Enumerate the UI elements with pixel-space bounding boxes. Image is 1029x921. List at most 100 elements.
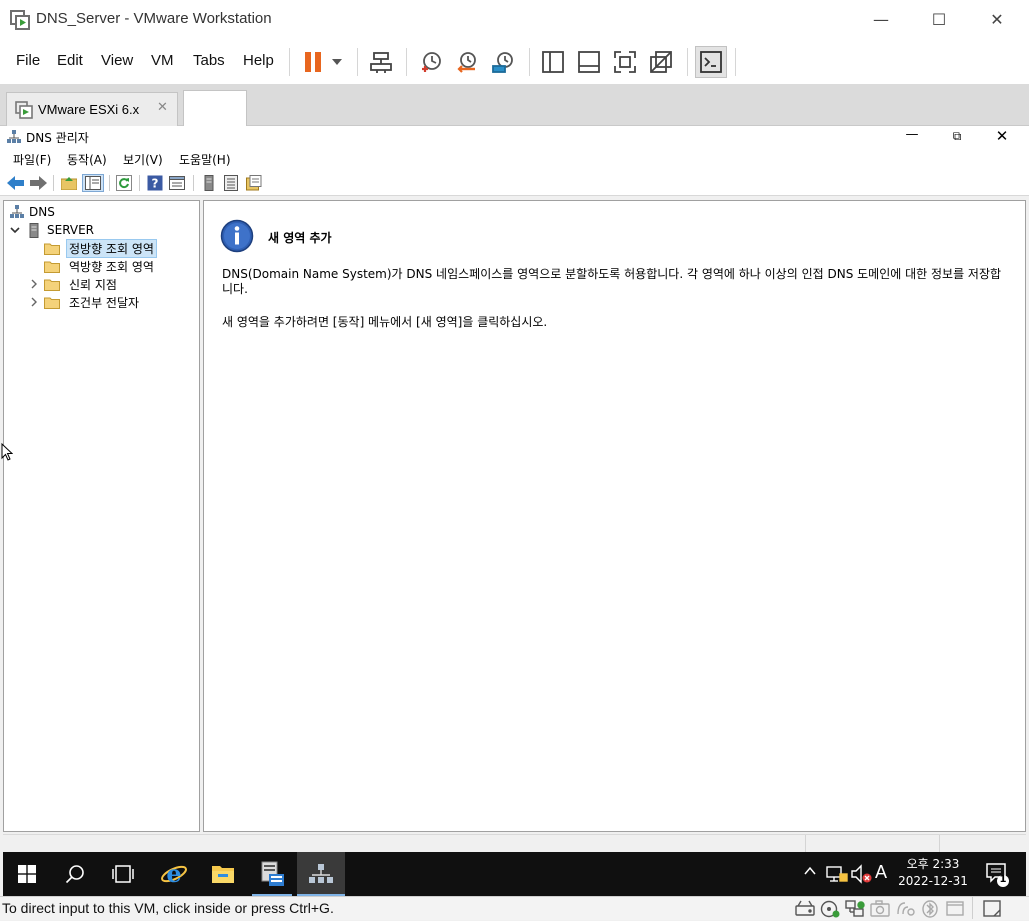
hard-disk-icon[interactable]: [795, 900, 815, 921]
network-adapter-icon[interactable]: [845, 900, 865, 921]
send-ctrl-alt-del-icon[interactable]: [366, 48, 396, 76]
content-instruction: 새 영역을 추가하려면 [동작] 메뉴에서 [새 영역]을 클릭하십시오.: [222, 315, 548, 329]
server-manager-icon[interactable]: [248, 852, 296, 896]
zone-records-icon[interactable]: [245, 174, 263, 192]
unity-icon[interactable]: [646, 48, 676, 76]
console-view-icon[interactable]: [695, 46, 727, 78]
input-method-indicator[interactable]: A: [875, 862, 887, 883]
vm-tab[interactable]: VMware ESXi 6.x ✕: [6, 92, 178, 126]
new-tab[interactable]: [183, 90, 247, 126]
window-title: DNS_Server - VMware Workstation: [36, 10, 272, 27]
search-icon[interactable]: [51, 852, 99, 896]
clock-date: 2022-12-31: [898, 874, 968, 888]
show-thumbnail-bar-icon[interactable]: [574, 48, 604, 76]
snapshot-revert-icon[interactable]: [452, 48, 482, 76]
help-icon[interactable]: ?: [146, 174, 164, 192]
camera-icon[interactable]: [870, 900, 890, 921]
dns-window-title: DNS 관리자: [26, 131, 89, 145]
tree-label: SERVER: [47, 223, 95, 237]
vmware-titlebar: DNS_Server - VMware Workstation — ☐ ✕: [0, 0, 1029, 40]
minimize-button[interactable]: —: [858, 6, 904, 34]
list-view-icon[interactable]: [222, 174, 240, 192]
clock-time: 오후 2:33: [906, 857, 960, 871]
toolbar-separator: [289, 48, 290, 76]
cd-dvd-icon[interactable]: [820, 900, 840, 921]
display-icon[interactable]: [945, 900, 965, 921]
dns-manager-taskbar-icon[interactable]: [297, 852, 345, 896]
notification-center-icon[interactable]: 1: [985, 862, 1011, 891]
dns-restore-button[interactable]: ⧉: [942, 126, 972, 146]
folder-icon: [44, 242, 60, 255]
vm-tab-icon: [15, 101, 33, 122]
message-log-icon[interactable]: [982, 900, 1002, 921]
menu-edit[interactable]: Edit: [57, 52, 83, 69]
tree-item-conditional-forwarders[interactable]: 조건부 전달자: [29, 293, 142, 311]
network-icon[interactable]: [826, 864, 848, 887]
menu-file[interactable]: File: [16, 52, 40, 69]
chevron-right-icon[interactable]: [29, 279, 44, 289]
show-hidden-icons-chevron-icon[interactable]: [803, 864, 817, 881]
close-button[interactable]: ✕: [974, 6, 1020, 34]
tree-item-server[interactable]: SERVER: [10, 221, 94, 239]
vm-tab-label: VMware ESXi 6.x: [38, 102, 140, 117]
content-description: DNS(Domain Name System)가 DNS 네임스페이스를 영역으…: [222, 267, 1002, 296]
dns-minimize-button[interactable]: —: [897, 126, 927, 146]
result-pane: 새 영역 추가 DNS(Domain Name System)가 DNS 네임스…: [203, 200, 1026, 832]
task-view-icon[interactable]: [99, 852, 147, 896]
tree-item-dns-root[interactable]: DNS: [10, 203, 55, 221]
toolbar-separator: [687, 48, 688, 76]
vmware-app-icon: [10, 10, 30, 30]
taskbar-clock[interactable]: 오후 2:33 2022-12-31: [897, 856, 969, 890]
internet-explorer-icon[interactable]: e: [150, 852, 198, 896]
console-tree: DNS SERVER 정방향 조회 영역 역방향 조회 영역 신뢰 지점 조건부…: [1, 200, 200, 832]
maximize-button[interactable]: ☐: [916, 6, 962, 34]
volume-muted-icon[interactable]: [851, 864, 873, 887]
power-dropdown-icon[interactable]: [324, 48, 350, 76]
vmware-menubar: File Edit View VM Tabs Help: [0, 40, 1029, 84]
tree-item-forward-lookup-zones[interactable]: 정방향 조회 영역: [44, 238, 157, 258]
snapshot-take-icon[interactable]: [416, 48, 446, 76]
menu-help[interactable]: Help: [243, 52, 274, 69]
show-console-tree-icon[interactable]: [82, 174, 104, 192]
show-library-icon[interactable]: [538, 48, 568, 76]
forward-arrow-icon[interactable]: [29, 174, 47, 192]
dns-app-icon: [7, 129, 21, 148]
dns-menu-help[interactable]: 도움말(H): [179, 151, 231, 168]
file-explorer-icon[interactable]: [199, 852, 247, 896]
tree-item-reverse-lookup-zones[interactable]: 역방향 조회 영역: [44, 257, 157, 275]
usb-device-icon[interactable]: [895, 900, 915, 921]
dns-menu-file[interactable]: 파일(F): [13, 151, 51, 168]
status-divider: [805, 835, 806, 852]
chevron-down-icon[interactable]: [10, 225, 24, 235]
full-screen-icon[interactable]: [610, 48, 640, 76]
dns-close-button[interactable]: ✕: [987, 126, 1017, 146]
toolbar-separator: [735, 48, 736, 76]
content-heading: 새 영역 추가: [268, 231, 332, 245]
start-button[interactable]: [3, 852, 51, 896]
dns-root-icon: [10, 205, 24, 219]
back-arrow-icon[interactable]: [7, 174, 25, 192]
tree-label: 신뢰 지점: [69, 277, 117, 292]
bluetooth-icon[interactable]: [920, 900, 940, 921]
dns-menu-view[interactable]: 보기(V): [123, 151, 163, 168]
status-divider: [939, 835, 940, 852]
dns-menu-action[interactable]: 동작(A): [67, 151, 107, 168]
snapshot-manager-icon[interactable]: [488, 48, 518, 76]
status-divider: [972, 897, 973, 919]
notification-count: 1: [999, 874, 1007, 885]
tree-label: 역방향 조회 영역: [69, 259, 154, 274]
server-icon[interactable]: [200, 174, 218, 192]
refresh-icon[interactable]: [115, 174, 133, 192]
dns-menubar: 파일(F) 동작(A) 보기(V) 도움말(H): [0, 148, 1029, 170]
vm-input-hint: To direct input to this VM, click inside…: [2, 900, 334, 916]
properties-view-icon[interactable]: [168, 174, 186, 192]
chevron-right-icon[interactable]: [29, 297, 44, 307]
guest-taskbar: e A 오후 2:33 2022-12-31 1: [3, 852, 1026, 896]
menu-tabs[interactable]: Tabs: [193, 52, 225, 69]
up-folder-icon[interactable]: [60, 174, 78, 192]
menu-view[interactable]: View: [101, 52, 133, 69]
menu-vm[interactable]: VM: [151, 52, 174, 69]
vmware-tabbar: VMware ESXi 6.x ✕: [0, 84, 1029, 126]
tree-item-trust-points[interactable]: 신뢰 지점: [29, 275, 120, 293]
vm-tab-close-icon[interactable]: ✕: [157, 100, 168, 115]
